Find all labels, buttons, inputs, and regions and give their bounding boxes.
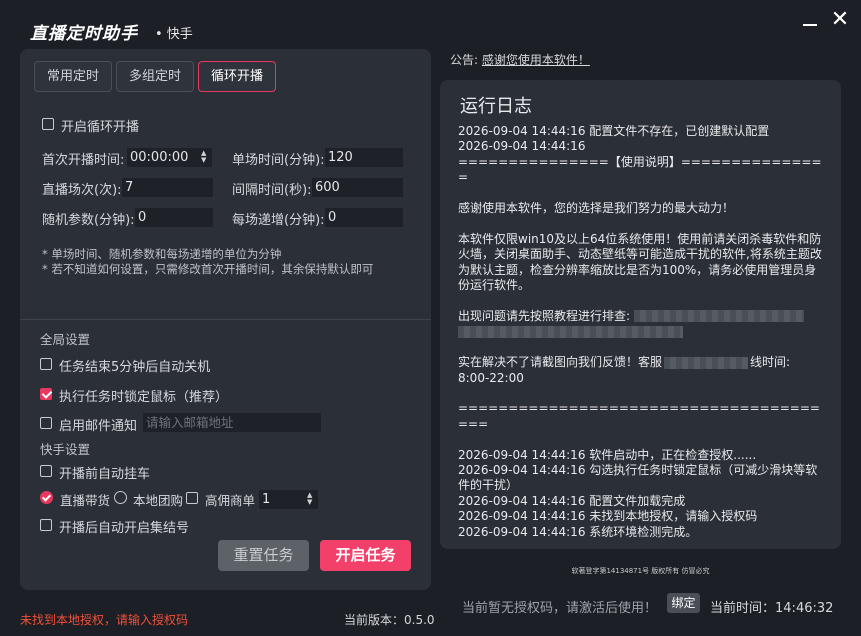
redacted-url xyxy=(458,325,683,338)
loop-enable-label: 开启循环开播 xyxy=(61,120,140,135)
email-notify-checkbox[interactable] xyxy=(40,417,52,429)
email-notify-label: 启用邮件通知 xyxy=(59,419,138,434)
interval-input[interactable]: 600 xyxy=(312,178,403,197)
note-unit: * 单场时间、随机参数和每场递增的单位为分钟 xyxy=(42,247,282,261)
log-line: 本软件仅限win10及以上64位系统使用！使用前请关闭杀毒软件和防火墙，关闭桌面… xyxy=(458,231,822,293)
log-line: 出现问题请先按照教程进行排查: xyxy=(458,309,828,324)
lock-mouse-label: 执行任务时锁定鼠标（推荐） xyxy=(59,390,229,405)
random-label: 随机参数(分钟): xyxy=(42,213,135,228)
note-default: * 若不知道如何设置，只需修改首次开播时间，其余保持默认即可 xyxy=(42,262,374,276)
duration-label: 单场时间(分钟): xyxy=(232,153,325,168)
close-icon[interactable]: ✕ xyxy=(829,9,851,32)
log-line-text: 实在解决不了请截图向我们反馈！客服 xyxy=(458,355,663,370)
mode-goods-radio[interactable] xyxy=(40,491,53,504)
log-line: 2026-09-04 14:44:16 系统环境检测完成。 xyxy=(458,524,698,539)
log-line: 8:00-22:00 xyxy=(458,370,524,385)
auto-gather-label: 开播后自动开启集结号 xyxy=(59,521,190,536)
commission-spinner-icon[interactable]: ▲ ▼ xyxy=(307,492,312,506)
duration-input[interactable]: 120 xyxy=(325,148,403,167)
auth-tip: 当前暂无授权码，请激活后使用！ xyxy=(462,601,658,616)
redacted-contact xyxy=(664,356,749,369)
copyright-text: 软著登字第14134871号 版权所有 仿冒必究 xyxy=(571,567,710,575)
auth-error-status: 未找到本地授权，请输入授权码 xyxy=(20,613,189,627)
divider xyxy=(20,319,431,320)
auto-shutdown-label: 任务结束5分钟后自动关机 xyxy=(59,360,211,375)
count-input[interactable]: 7 xyxy=(122,178,213,197)
auto-cart-checkbox[interactable] xyxy=(40,465,52,477)
notice-link[interactable]: 感谢您使用本软件！ xyxy=(482,53,590,67)
mode-commission-label: 高佣商单 xyxy=(205,493,256,508)
auto-cart-label: 开播前自动挂车 xyxy=(59,467,151,482)
log-body: 2026-09-04 14:44:16 配置文件不存在，已创建默认配置 2026… xyxy=(458,124,828,540)
redacted-url xyxy=(634,310,805,323)
log-line: 2026-09-04 14:44:16 xyxy=(458,139,586,154)
count-label: 直播场次(次): xyxy=(42,183,122,198)
app-title: 直播定时助手 xyxy=(30,24,138,44)
log-line: 2026-09-04 14:44:16 软件启动中，正在检查授权...... xyxy=(458,447,757,462)
auto-shutdown-checkbox[interactable] xyxy=(40,358,52,370)
log-line: ===============【使用说明】=============== xyxy=(458,154,822,185)
reset-task-button[interactable]: 重置任务 xyxy=(218,540,309,571)
log-line xyxy=(458,324,828,339)
tab-common-timer[interactable]: 常用定时 xyxy=(34,61,112,92)
interval-label: 间隔时间(秒): xyxy=(232,183,312,198)
auto-gather-checkbox[interactable] xyxy=(40,519,52,531)
notice-prefix: 公告: xyxy=(450,53,479,67)
log-line-suffix: 线时间: xyxy=(750,355,791,370)
email-input[interactable]: 请输入邮箱地址 xyxy=(143,413,321,432)
time-spinner-icon[interactable]: ▲ ▼ xyxy=(201,150,206,164)
mode-group-label: 本地团购 xyxy=(133,493,184,508)
mode-commission-checkbox[interactable] xyxy=(186,492,198,504)
bind-button[interactable]: 绑定 xyxy=(667,593,700,613)
minimize-icon[interactable] xyxy=(799,14,821,36)
log-line-text: 出现问题请先按照教程进行排查: xyxy=(458,308,631,323)
log-line: 2026-09-04 14:44:16 配置文件不存在，已创建默认配置 xyxy=(458,124,770,138)
current-time: 当前时间：14:46:32 xyxy=(710,597,833,616)
tab-multi-timer[interactable]: 多组定时 xyxy=(116,61,194,92)
first-time-input[interactable]: 00:00:00 xyxy=(127,148,212,167)
app-platform: • 快手 xyxy=(155,27,193,42)
log-line: 2026-09-04 14:44:16 未找到本地授权，请输入授权码 xyxy=(458,509,758,524)
random-input[interactable]: 0 xyxy=(135,208,213,227)
increment-input[interactable]: 0 xyxy=(325,208,403,227)
log-line: 2026-09-04 14:44:16 勾选执行任务时锁定鼠标（可减少滑块等软件… xyxy=(458,462,818,493)
current-time-label: 当前时间： xyxy=(710,601,776,616)
kuaishou-settings-heading: 快手设置 xyxy=(40,442,91,457)
lock-mouse-checkbox[interactable] xyxy=(40,388,52,400)
global-settings-heading: 全局设置 xyxy=(40,332,91,347)
log-line: 感谢使用本软件，您的选择是我们努力的最大动力！ xyxy=(458,201,735,216)
current-time-value: 14:46:32 xyxy=(775,601,834,616)
log-title: 运行日志 xyxy=(460,96,532,117)
mode-goods-label: 直播带货 xyxy=(60,493,111,508)
increment-label: 每场递增(分钟): xyxy=(232,213,325,228)
notice-bar: 公告: 感谢您使用本软件！ xyxy=(450,51,590,68)
log-line: 实在解决不了请截图向我们反馈！客服 线时间: xyxy=(458,355,828,370)
version-label: 当前版本：0.5.0 xyxy=(344,613,435,627)
loop-enable-checkbox[interactable] xyxy=(42,118,54,130)
start-task-button[interactable]: 开启任务 xyxy=(320,540,411,571)
log-line: 2026-09-04 14:44:16 配置文件加载完成 xyxy=(458,493,686,508)
mode-group-radio[interactable] xyxy=(114,491,127,504)
tab-loop-broadcast[interactable]: 循环开播 xyxy=(198,61,276,92)
first-time-label: 首次开播时间: xyxy=(42,153,125,168)
log-line: ======================================= xyxy=(458,401,820,431)
